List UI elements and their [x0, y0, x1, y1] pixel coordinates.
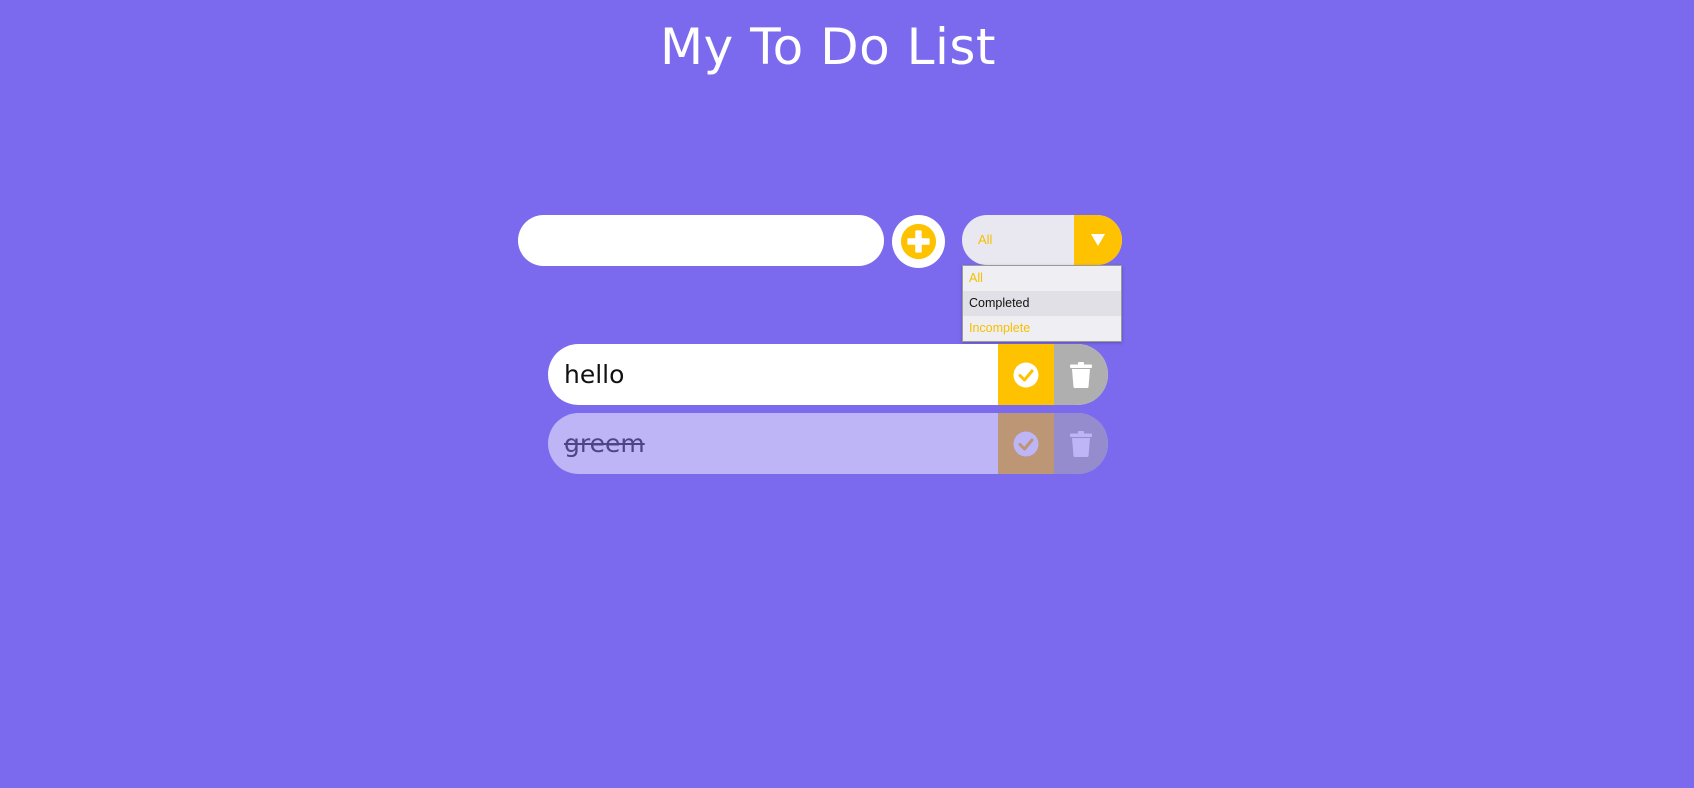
delete-button[interactable] — [1054, 344, 1108, 405]
todo-app: My To Do List All All Completed Incomple… — [0, 0, 1694, 788]
todo-item-text: greem — [564, 429, 645, 458]
filter-selected-value: All — [978, 232, 993, 247]
page-title: My To Do List — [659, 18, 997, 76]
add-todo-button[interactable] — [892, 215, 945, 268]
todo-input[interactable] — [518, 215, 884, 266]
trash-icon — [1070, 430, 1092, 457]
todo-item: greem — [548, 413, 1108, 474]
complete-button[interactable] — [998, 344, 1054, 405]
todo-list: hello greem — [548, 344, 1108, 482]
filter-option-all[interactable]: All — [963, 266, 1121, 291]
check-circle-icon — [1013, 362, 1039, 387]
delete-button[interactable] — [1054, 413, 1108, 474]
filter-option-incomplete[interactable]: Incomplete — [963, 316, 1121, 341]
trash-icon — [1070, 361, 1092, 388]
caret-down-icon — [1091, 234, 1105, 246]
plus-circle-icon — [900, 223, 937, 260]
todo-item-text: hello — [564, 360, 625, 389]
complete-button[interactable] — [998, 413, 1054, 474]
check-circle-icon — [1013, 431, 1039, 456]
filter-select[interactable]: All — [962, 215, 1122, 265]
filter-dropdown-menu: All Completed Incomplete — [962, 265, 1122, 342]
filter-option-completed[interactable]: Completed — [963, 291, 1121, 316]
filter-dropdown-toggle[interactable] — [1074, 215, 1122, 265]
todo-item: hello — [548, 344, 1108, 405]
